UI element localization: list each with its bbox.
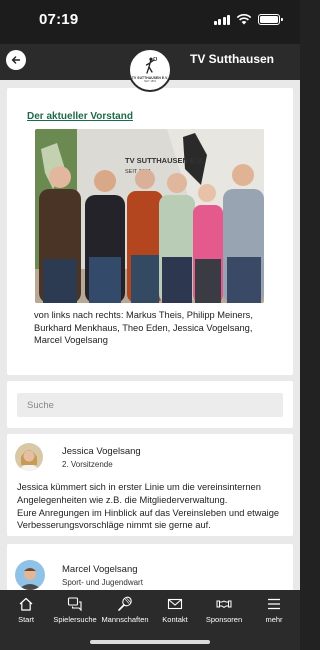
wifi-icon — [236, 14, 252, 25]
status-icons — [213, 14, 283, 25]
tab-kontakt[interactable]: Kontakt — [149, 596, 201, 624]
handshake-icon — [216, 600, 232, 609]
main-content[interactable]: Der aktueller Vorstand TV SUTTHAUSEN E.V… — [0, 80, 300, 590]
person-role: 2. Vorsitzende — [62, 460, 113, 469]
racket-icon — [118, 596, 132, 611]
tab-label: Mannschaften — [101, 615, 149, 624]
tab-spielersuche[interactable]: Spielersuche — [49, 596, 101, 624]
board-card: Der aktueller Vorstand TV SUTTHAUSEN E.V… — [7, 88, 293, 375]
home-indicator[interactable] — [90, 640, 210, 644]
app-header: TV SUTTHAUSEN E.V. SEIT 1881 TV Sutthaus… — [0, 44, 300, 92]
battery-icon — [258, 14, 283, 25]
search-input[interactable] — [17, 393, 283, 417]
group-photo-illustration: TV SUTTHAUSEN E.V. SEIT 1881 — [35, 129, 264, 303]
person-name: Marcel Vogelsang — [62, 564, 138, 575]
mail-icon — [167, 598, 183, 610]
person-card[interactable]: Marcel Vogelsang Sport- und Jugendwart — [7, 544, 293, 590]
board-caption: von links nach rechts: Markus Theis, Phi… — [34, 310, 253, 346]
tab-label: mehr — [265, 615, 283, 624]
back-button[interactable] — [6, 50, 26, 70]
board-heading: Der aktueller Vorstand — [27, 111, 133, 122]
page-title: TV Sutthausen — [189, 52, 274, 66]
photo-sign-line1: TV SUTTHAUSEN E.V. — [125, 156, 204, 165]
search-card — [7, 381, 293, 428]
tab-label: Sponsoren — [205, 615, 243, 624]
tab-sponsoren[interactable]: Sponsoren — [198, 596, 250, 624]
tab-label: Spielersuche — [53, 615, 97, 624]
signal-icon — [213, 14, 230, 25]
tab-mehr[interactable]: mehr — [248, 596, 300, 624]
board-photo: TV SUTTHAUSEN E.V. SEIT 1881 — [35, 129, 264, 303]
chat-icon — [67, 597, 82, 612]
avatar — [15, 443, 43, 471]
arrow-left-icon — [11, 56, 21, 64]
club-logo: TV SUTTHAUSEN E.V. SEIT 1881 — [128, 48, 172, 92]
tab-mannschaften[interactable]: Mannschaften — [99, 596, 151, 624]
person-description: Jessica kümmert sich in erster Linie um … — [17, 482, 280, 531]
home-icon — [19, 597, 33, 611]
person-role: Sport- und Jugendwart — [62, 578, 143, 587]
status-time: 07:19 — [39, 11, 79, 28]
person-card[interactable]: Jessica Vogelsang 2. Vorsitzende Jessica… — [7, 434, 293, 536]
logo-subtext: SEIT 1881 — [143, 80, 157, 83]
person-name: Jessica Vogelsang — [62, 446, 141, 457]
menu-icon — [268, 598, 280, 610]
status-bar: 07:19 — [0, 0, 300, 44]
tennis-player-icon — [145, 57, 157, 74]
tab-label: Start — [18, 615, 34, 624]
tab-start[interactable]: Start — [0, 596, 52, 624]
tab-label: Kontakt — [162, 615, 188, 624]
avatar — [15, 560, 45, 590]
